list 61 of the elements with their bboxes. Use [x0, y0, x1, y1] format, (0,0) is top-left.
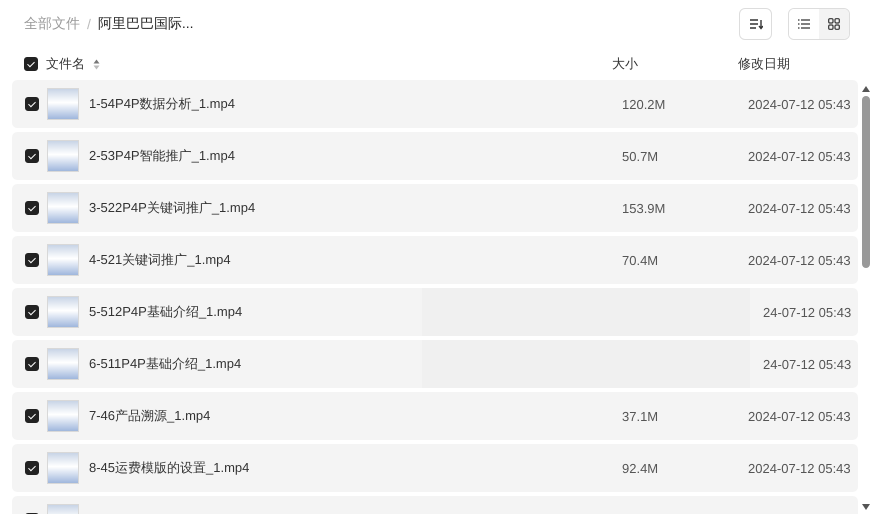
scroll-down-icon[interactable] — [862, 504, 870, 510]
photo-placeholder — [47, 192, 79, 224]
checkbox[interactable] — [25, 97, 39, 111]
file-row[interactable]: 8-45运费模版的设置_1.mp4 92.4M 2024-07-12 05:43 — [12, 444, 858, 492]
file-name: 8-45运费模版的设置_1.mp4 — [89, 459, 250, 477]
modified-date: 2024-07-12 05:43 — [748, 252, 851, 268]
checkbox[interactable] — [25, 149, 39, 163]
list-icon — [798, 19, 810, 29]
file-size: 120.2M — [622, 96, 666, 112]
column-header: 修改日期 — [738, 55, 790, 73]
scrollbar-thumb[interactable] — [862, 96, 870, 268]
breadcrumb-separator: / — [87, 16, 91, 32]
modified-date: 2024-07-12 05:43 — [748, 148, 851, 164]
file-name: 3-522P4P关键词推广_1.mp4 — [89, 199, 256, 217]
file-row[interactable]: 5-512P4P基础介绍_1.mp4 24-07-12 05:43 — [12, 288, 858, 336]
modified-date: 2024-07-12 05:43 — [748, 96, 851, 112]
photo-placeholder — [47, 296, 79, 328]
checkbox[interactable] — [25, 305, 39, 319]
grid-icon — [828, 18, 840, 30]
file-size: 153.9M — [622, 200, 666, 216]
scrollbar[interactable] — [861, 86, 871, 510]
photo-placeholder — [47, 348, 79, 380]
file-size: 92.4M — [622, 460, 660, 476]
photo-placeholder — [47, 452, 79, 484]
file-row[interactable]: 4-521关键词推广_1.mp4 70.4M 2024-07-12 05:43 — [12, 236, 858, 284]
photo-placeholder — [47, 244, 79, 276]
file-name: 1-54P4P数据分析_1.mp4 — [89, 95, 235, 113]
column-header[interactable]: 文件名 — [46, 55, 85, 73]
column-header: 大小 — [612, 55, 639, 73]
checkbox[interactable] — [25, 201, 39, 215]
modified-date: 2024-07-12 05:43 — [748, 460, 851, 476]
grid-view-button[interactable] — [819, 9, 849, 39]
file-name: 5-512P4P基础介绍_1.mp4 — [89, 303, 242, 321]
file-row[interactable]: 7-46产品溯源_1.mp4 37.1M 2024-07-12 05:43 — [12, 392, 858, 440]
checkbox[interactable] — [25, 461, 39, 475]
photo-placeholder — [47, 88, 79, 120]
photo-placeholder — [47, 400, 79, 432]
modified-date: 24-07-12 05:43 — [763, 356, 852, 372]
file-size: 70.4M — [622, 252, 660, 268]
file-row[interactable]: 2-53P4P智能推广_1.mp4 50.7M 2024-07-12 05:43 — [12, 132, 858, 180]
file-row[interactable]: 1-54P4P数据分析_1.mp4 120.2M 2024-07-12 05:43 — [12, 80, 858, 128]
modified-date: 2024-07-12 05:43 — [748, 408, 851, 424]
modified-date: 2024-07-12 05:43 — [748, 200, 851, 216]
file-size: 50.7M — [622, 148, 660, 164]
photo-placeholder — [47, 140, 79, 172]
sort-arrows-icon[interactable] — [93, 58, 100, 70]
file-size: 37.1M — [622, 408, 660, 424]
file-name: 7-46产品溯源_1.mp4 — [89, 407, 210, 425]
checkbox[interactable] — [25, 357, 39, 371]
file-name: 2-53P4P智能推广_1.mp4 — [89, 147, 235, 165]
checkbox[interactable] — [24, 57, 38, 71]
sort-button[interactable] — [739, 8, 772, 40]
modified-date: 24-07-12 05:43 — [763, 304, 852, 320]
checkbox[interactable] — [25, 253, 39, 267]
file-name: 6-511P4P基础介绍_1.mp4 — [89, 355, 242, 373]
file-row[interactable]: 3-522P4P关键词推广_1.mp4 153.9M 2024-07-12 05:43 — [12, 184, 858, 232]
file-row[interactable]: 6-511P4P基础介绍_1.mp4 24-07-12 05:43 — [12, 340, 858, 388]
checkbox[interactable] — [25, 409, 39, 423]
scroll-up-icon[interactable] — [862, 86, 870, 92]
sort-icon — [748, 18, 762, 30]
file-name: 4-521关键词推广_1.mp4 — [89, 251, 231, 269]
